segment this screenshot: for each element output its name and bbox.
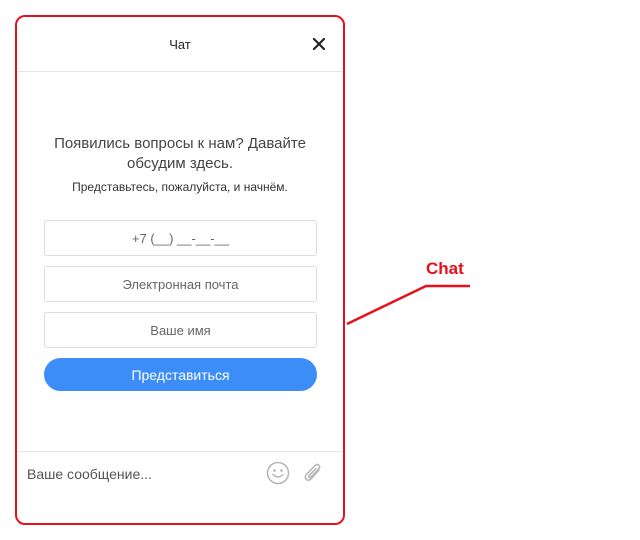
callout-line bbox=[346, 284, 470, 326]
callout-label: Chat bbox=[426, 259, 464, 278]
screenshot-stage: Чат Появились вопросы к нам? Давайте обс… bbox=[0, 0, 640, 540]
